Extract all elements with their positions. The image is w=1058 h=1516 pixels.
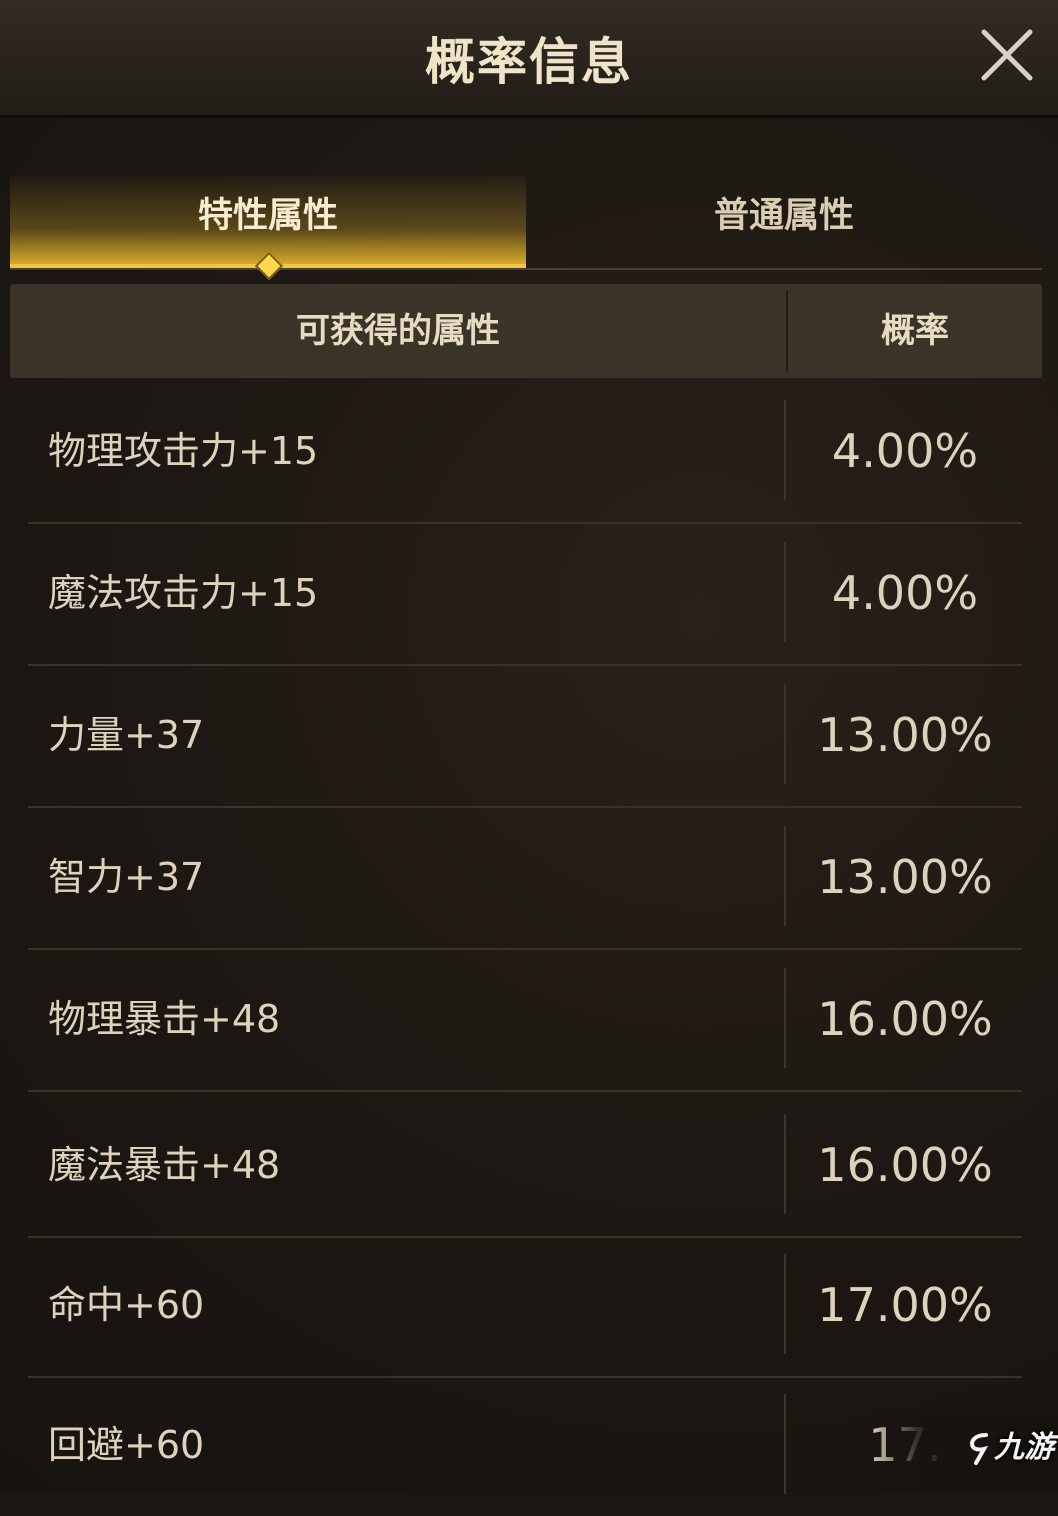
table-row: 魔法攻击力+15 4.00%	[28, 522, 1022, 666]
attribute-cell: 魔法暴击+48	[48, 1143, 281, 1187]
column-header-attribute: 可获得的属性	[296, 311, 500, 351]
attribute-cell: 命中+60	[48, 1283, 205, 1327]
column-divider	[784, 1394, 786, 1494]
attribute-cell: 回避+60	[48, 1423, 205, 1467]
table-header: 可获得的属性 概率	[10, 284, 1042, 378]
column-divider	[784, 684, 786, 784]
watermark: 九游	[966, 1422, 1054, 1474]
column-header-probability: 概率	[881, 311, 949, 351]
table-row: 物理暴击+48 16.00%	[28, 948, 1022, 1092]
close-button[interactable]	[978, 26, 1036, 84]
table-row: 命中+60 17.00%	[28, 1234, 1022, 1378]
table-row: 力量+37 13.00%	[28, 664, 1022, 808]
attribute-cell: 智力+37	[48, 855, 205, 899]
dialog-title: 概率信息	[425, 33, 633, 91]
dialog-header: 概率信息	[0, 0, 1058, 118]
probability-cell: 4.00%	[831, 424, 979, 478]
watermark-text: 九游	[994, 1430, 1054, 1465]
probability-cell: 13.00%	[817, 850, 993, 904]
attribute-cell: 物理暴击+48	[48, 997, 281, 1041]
close-icon	[981, 29, 1033, 81]
column-divider	[784, 1254, 786, 1354]
jiuyou-logo-icon	[970, 1432, 989, 1465]
tab-bar: 特性属性 普通属性	[10, 176, 1042, 281]
column-divider	[784, 400, 786, 500]
probability-cell: 13.00%	[817, 708, 993, 762]
table-row: 物理攻击力+15 4.00%	[28, 380, 1022, 524]
table-row: 魔法暴击+48 16.00%	[28, 1094, 1022, 1238]
column-divider	[784, 968, 786, 1068]
column-divider	[784, 1114, 786, 1214]
attribute-cell: 力量+37	[48, 713, 205, 757]
column-divider	[784, 826, 786, 926]
column-divider	[784, 542, 786, 642]
probability-cell: 16.00%	[817, 992, 993, 1046]
probability-cell: 16.00%	[817, 1138, 993, 1192]
attribute-cell: 物理攻击力+15	[48, 429, 319, 473]
dialog-content: 特性属性 普通属性 可获得的属性 概率 物理攻击力+15 4.00% 魔法攻击力…	[0, 118, 1058, 1494]
tab-normal-attributes[interactable]: 普通属性	[526, 176, 1042, 268]
table-row: 智力+37 13.00%	[28, 806, 1022, 950]
attribute-cell: 魔法攻击力+15	[48, 571, 319, 615]
probability-cell: 4.00%	[831, 566, 979, 620]
probability-cell: 17.00%	[817, 1278, 993, 1332]
